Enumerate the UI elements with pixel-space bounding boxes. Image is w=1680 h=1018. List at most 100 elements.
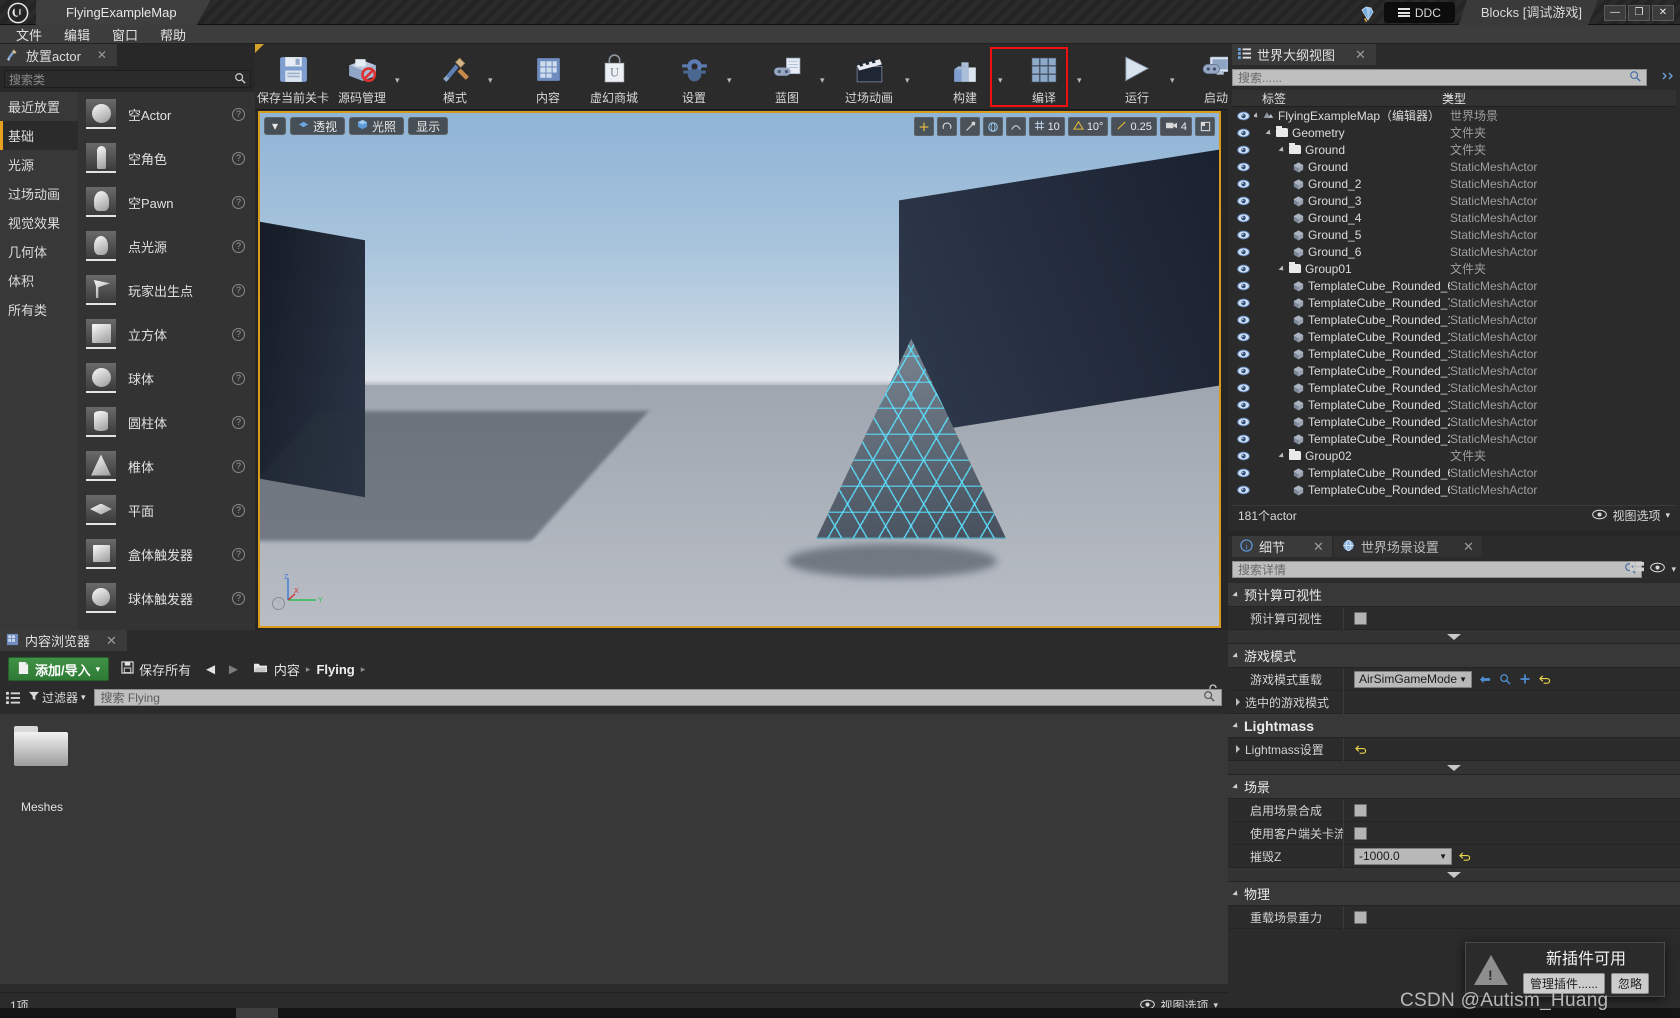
table-row[interactable]: Group01 文件夹 xyxy=(1232,260,1676,277)
precomputed-visibility-checkbox[interactable] xyxy=(1354,611,1367,625)
help-icon[interactable]: ? xyxy=(232,151,245,165)
back-arrow-icon[interactable] xyxy=(1478,672,1492,686)
list-item[interactable]: 球体 ? xyxy=(78,356,255,400)
property-row[interactable]: 选中的游戏模式 xyxy=(1228,690,1680,714)
chevron-down-icon[interactable]: ▾ xyxy=(820,44,833,109)
category-basic[interactable]: 基础 xyxy=(0,121,78,150)
help-icon[interactable]: ? xyxy=(232,195,245,209)
close-icon[interactable]: ✕ xyxy=(1355,47,1366,63)
table-row[interactable]: Ground_3 StaticMeshActor xyxy=(1232,192,1676,209)
help-icon[interactable]: ? xyxy=(232,239,245,253)
table-row[interactable]: Ground_5 StaticMeshActor xyxy=(1232,226,1676,243)
list-item[interactable]: 点光源 ? xyxy=(78,224,255,268)
chevron-down-icon[interactable] xyxy=(1265,128,1273,137)
eye-icon[interactable] xyxy=(1232,162,1254,172)
place-actors-search-input[interactable]: 搜索类 xyxy=(4,70,251,88)
rotate-icon[interactable] xyxy=(936,117,957,136)
eye-icon[interactable] xyxy=(1232,349,1254,359)
chevron-down-icon[interactable]: ▾ xyxy=(488,44,501,109)
toolbar-compile[interactable]: 编译 xyxy=(1011,44,1077,109)
table-row[interactable]: Ground StaticMeshActor xyxy=(1232,158,1676,175)
sources-toggle-icon[interactable] xyxy=(6,691,21,704)
property-row[interactable]: 摧毁Z -1000.0 ▼ xyxy=(1228,844,1680,868)
minimize-button[interactable]: — xyxy=(1604,4,1626,21)
search-icon[interactable] xyxy=(1203,690,1215,705)
eye-icon[interactable] xyxy=(1232,145,1254,155)
game-mode-override-combo[interactable]: AirSimGameMode ▼ xyxy=(1354,670,1472,688)
list-item[interactable]: 椎体 ? xyxy=(78,444,255,488)
eye-icon[interactable] xyxy=(1650,562,1666,576)
toolbar-settings[interactable]: 设置 xyxy=(661,44,727,109)
help-icon[interactable]: ? xyxy=(232,459,245,473)
toolbar-save-current-level[interactable]: 保存当前关卡 xyxy=(257,44,329,109)
eye-icon[interactable] xyxy=(1232,434,1254,444)
eye-icon[interactable] xyxy=(1232,315,1254,325)
column-header-label[interactable]: 标签 xyxy=(1232,90,1442,107)
maximize-button[interactable]: ❐ xyxy=(1628,4,1650,21)
eye-icon[interactable] xyxy=(1232,468,1254,478)
property-row[interactable]: Lightmass设置 xyxy=(1228,737,1680,761)
toolbar-modes[interactable]: 模式 xyxy=(422,44,488,109)
override-world-gravity-checkbox[interactable] xyxy=(1354,910,1367,924)
viewport-options-menu[interactable]: ▾ xyxy=(264,117,287,135)
reset-icon[interactable] xyxy=(1538,672,1552,686)
table-row[interactable]: TemplateCube_Rounded_21 StaticMeshActor xyxy=(1232,430,1676,447)
eye-icon[interactable] xyxy=(1232,128,1254,138)
category-cinematic[interactable]: 过场动画 xyxy=(0,179,78,208)
move-icon[interactable] xyxy=(913,117,934,136)
category-volumes[interactable]: 体积 xyxy=(0,266,78,295)
filter-button[interactable]: 过滤器 ▾ xyxy=(29,689,86,706)
table-row[interactable]: Geometry 文件夹 xyxy=(1232,124,1676,141)
search-icon[interactable] xyxy=(234,72,246,87)
table-row[interactable]: TemplateCube_Rounded_20 StaticMeshActor xyxy=(1232,413,1676,430)
toolbar-play[interactable]: 运行 xyxy=(1104,44,1170,109)
close-icon[interactable]: ✕ xyxy=(106,633,117,649)
toolbar-build[interactable]: 构建 xyxy=(932,44,998,109)
property-label-expandable[interactable]: 选中的游戏模式 xyxy=(1228,694,1343,711)
list-item[interactable]: 空Pawn ? xyxy=(78,180,255,224)
eye-icon[interactable] xyxy=(1232,111,1254,121)
section-header-game-mode[interactable]: 游戏模式 xyxy=(1228,644,1680,668)
reset-icon[interactable] xyxy=(1354,742,1368,756)
content-browser-asset-grid[interactable]: Meshes xyxy=(0,714,1228,984)
table-row[interactable]: TemplateCube_Rounded_11 StaticMeshActor xyxy=(1232,328,1676,345)
list-item[interactable]: 玩家出生点 ? xyxy=(78,268,255,312)
table-row[interactable]: Ground_4 StaticMeshActor xyxy=(1232,209,1676,226)
expand-columns-icon[interactable] xyxy=(1660,69,1676,83)
table-row[interactable]: TemplateCube_Rounded_15 StaticMeshActor xyxy=(1232,396,1676,413)
browse-icon[interactable] xyxy=(1498,672,1512,686)
section-header-physics[interactable]: 物理 xyxy=(1228,882,1680,906)
eye-icon[interactable] xyxy=(1232,179,1254,189)
content-browser-search-input[interactable]: 搜索 Flying xyxy=(93,688,1222,706)
add-import-button[interactable]: 添加/导入 ▾ xyxy=(8,657,110,681)
grid-view-icon[interactable] xyxy=(1630,561,1645,577)
tab-details[interactable]: i 细节 ✕ xyxy=(1232,536,1332,557)
world-outliner-row-list[interactable]: FlyingExampleMap（编辑器） 世界场景 Geometry 文件夹 Grou… xyxy=(1232,107,1676,507)
close-icon[interactable]: ✕ xyxy=(1463,539,1474,555)
enable-world-composition-checkbox[interactable] xyxy=(1354,803,1367,817)
level-viewport[interactable]: ▾ 透视 光照 显示 10 10° 0.25 4 ? Z Y X xyxy=(258,111,1221,628)
chevron-down-icon[interactable] xyxy=(1278,451,1286,460)
eye-icon[interactable] xyxy=(1232,485,1254,495)
kill-z-input[interactable]: -1000.0 ▼ xyxy=(1354,847,1452,865)
world-outliner-search-input[interactable]: 搜索...... xyxy=(1232,69,1647,86)
chevron-down-icon[interactable]: ▾ xyxy=(395,44,408,109)
dismiss-button[interactable]: 忽略 xyxy=(1611,973,1650,994)
save-all-button[interactable]: 保存所有 xyxy=(121,660,191,679)
help-icon[interactable]: ? xyxy=(232,107,245,121)
property-row[interactable]: 游戏模式重载 AirSimGameMode ▼ xyxy=(1228,667,1680,691)
grid-snap-control[interactable]: 10 xyxy=(1028,117,1065,136)
table-row[interactable]: TemplateCube_Rounded_13 StaticMeshActor xyxy=(1232,362,1676,379)
eye-icon[interactable] xyxy=(1232,247,1254,257)
scale-snap-control[interactable]: 0.25 xyxy=(1111,117,1157,136)
list-item[interactable]: 圆柱体 ? xyxy=(78,400,255,444)
eye-icon[interactable] xyxy=(1232,298,1254,308)
list-item[interactable]: 平面 ? xyxy=(78,488,255,532)
chevron-down-icon[interactable]: ▾ xyxy=(1077,44,1090,109)
forward-arrow-icon[interactable]: ► xyxy=(226,661,241,678)
toolbar-source-control[interactable]: 源码管理 xyxy=(329,44,395,109)
reset-icon[interactable] xyxy=(1458,849,1472,863)
search-icon[interactable] xyxy=(1629,70,1641,85)
table-row[interactable]: Group02 文件夹 xyxy=(1232,447,1676,464)
content-browser-tab[interactable]: 内容浏览器 ✕ xyxy=(0,630,127,651)
